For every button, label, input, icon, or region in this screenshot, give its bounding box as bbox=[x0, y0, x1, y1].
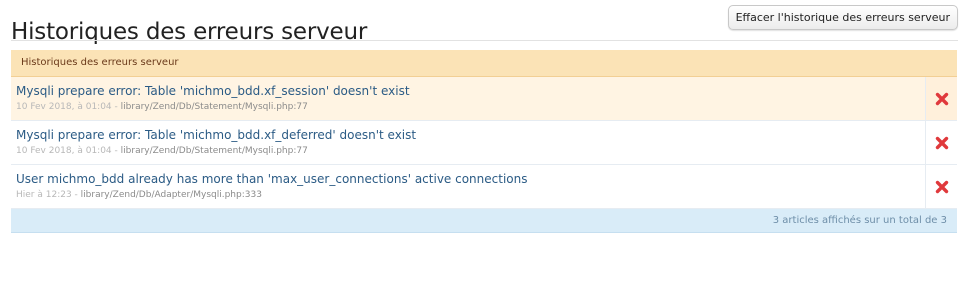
page-title: Historiques des erreurs serveur bbox=[11, 19, 368, 46]
section-header: Historiques des erreurs serveur bbox=[11, 50, 957, 77]
delete-x-icon bbox=[935, 180, 948, 193]
delete-error-button[interactable] bbox=[925, 77, 957, 120]
error-file-path: library/Zend/Db/Statement/Mysqli.php:77 bbox=[120, 102, 308, 112]
error-meta: Hier à 12:23 - library/Zend/Db/Adapter/M… bbox=[16, 190, 917, 200]
delete-error-button[interactable] bbox=[925, 121, 957, 164]
error-log-section: Historiques des erreurs serveur Mysqli p… bbox=[11, 50, 957, 233]
error-title-link[interactable]: Mysqli prepare error: Table 'michmo_bdd.… bbox=[16, 84, 917, 99]
delete-x-icon bbox=[935, 92, 948, 105]
error-row: Mysqli prepare error: Table 'michmo_bdd.… bbox=[11, 121, 957, 165]
error-title-link[interactable]: User michmo_bdd already has more than 'm… bbox=[16, 172, 917, 187]
title-divider bbox=[11, 40, 958, 41]
error-date: 10 Fev 2018, à 01:04 bbox=[16, 146, 112, 156]
error-file-path: library/Zend/Db/Adapter/Mysqli.php:333 bbox=[80, 190, 262, 200]
pagination-summary: 3 articles affichés sur un total de 3 bbox=[11, 209, 957, 233]
error-file-path: library/Zend/Db/Statement/Mysqli.php:77 bbox=[120, 146, 308, 156]
error-title-link[interactable]: Mysqli prepare error: Table 'michmo_bdd.… bbox=[16, 128, 917, 143]
clear-error-log-button[interactable]: Effacer l'historique des erreurs serveur bbox=[727, 5, 958, 30]
error-date: Hier à 12:23 bbox=[16, 190, 72, 200]
error-row: User michmo_bdd already has more than 'm… bbox=[11, 165, 957, 209]
meta-separator: - bbox=[111, 102, 121, 112]
error-date: 10 Fev 2018, à 01:04 bbox=[16, 102, 112, 112]
error-meta: 10 Fev 2018, à 01:04 - library/Zend/Db/S… bbox=[16, 102, 917, 112]
meta-separator: - bbox=[71, 190, 81, 200]
delete-x-icon bbox=[935, 136, 948, 149]
delete-error-button[interactable] bbox=[925, 165, 957, 208]
error-row: Mysqli prepare error: Table 'michmo_bdd.… bbox=[11, 77, 957, 121]
error-meta: 10 Fev 2018, à 01:04 - library/Zend/Db/S… bbox=[16, 146, 917, 156]
meta-separator: - bbox=[111, 146, 121, 156]
